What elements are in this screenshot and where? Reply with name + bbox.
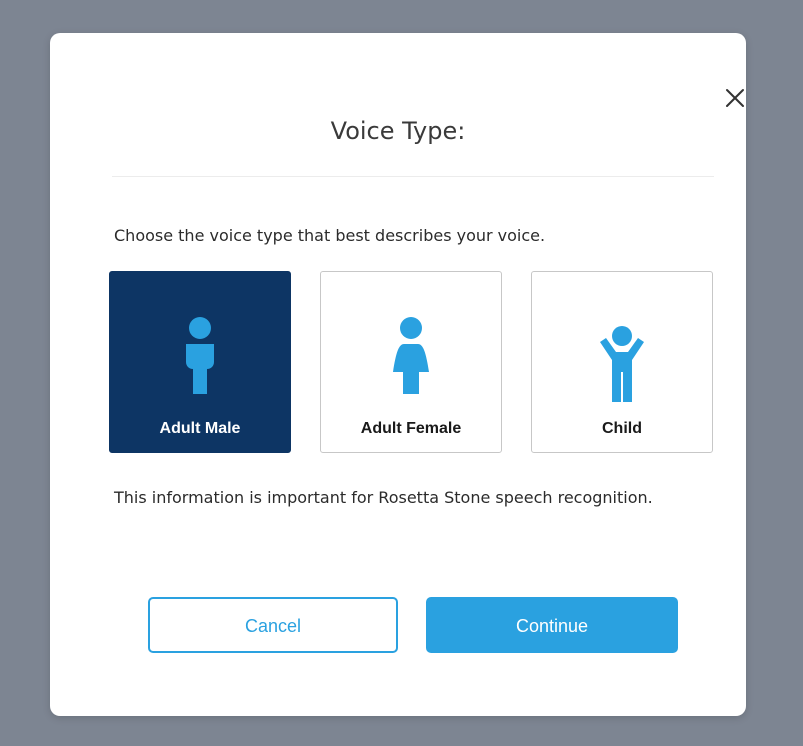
info-text: This information is important for Rosett… xyxy=(114,488,653,507)
dialog-title: Voice Type: xyxy=(330,117,466,145)
option-label: Child xyxy=(602,420,642,437)
adult-male-icon xyxy=(180,316,220,401)
divider xyxy=(112,176,714,177)
close-icon xyxy=(726,89,744,107)
continue-button[interactable]: Continue xyxy=(426,597,678,653)
option-adult-male[interactable]: Adult Male xyxy=(109,271,291,453)
option-label: Adult Female xyxy=(360,420,462,437)
option-label: Adult Male xyxy=(159,420,241,437)
adult-female-icon xyxy=(391,316,431,401)
close-button[interactable] xyxy=(722,85,748,111)
voice-type-dialog: Voice Type: Choose the voice type that b… xyxy=(50,33,746,716)
cancel-button[interactable]: Cancel xyxy=(148,597,398,653)
instructions-text: Choose the voice type that best describe… xyxy=(114,226,546,245)
option-adult-female[interactable]: Adult Female xyxy=(320,271,502,453)
child-icon xyxy=(596,324,648,409)
option-child[interactable]: Child xyxy=(531,271,713,453)
